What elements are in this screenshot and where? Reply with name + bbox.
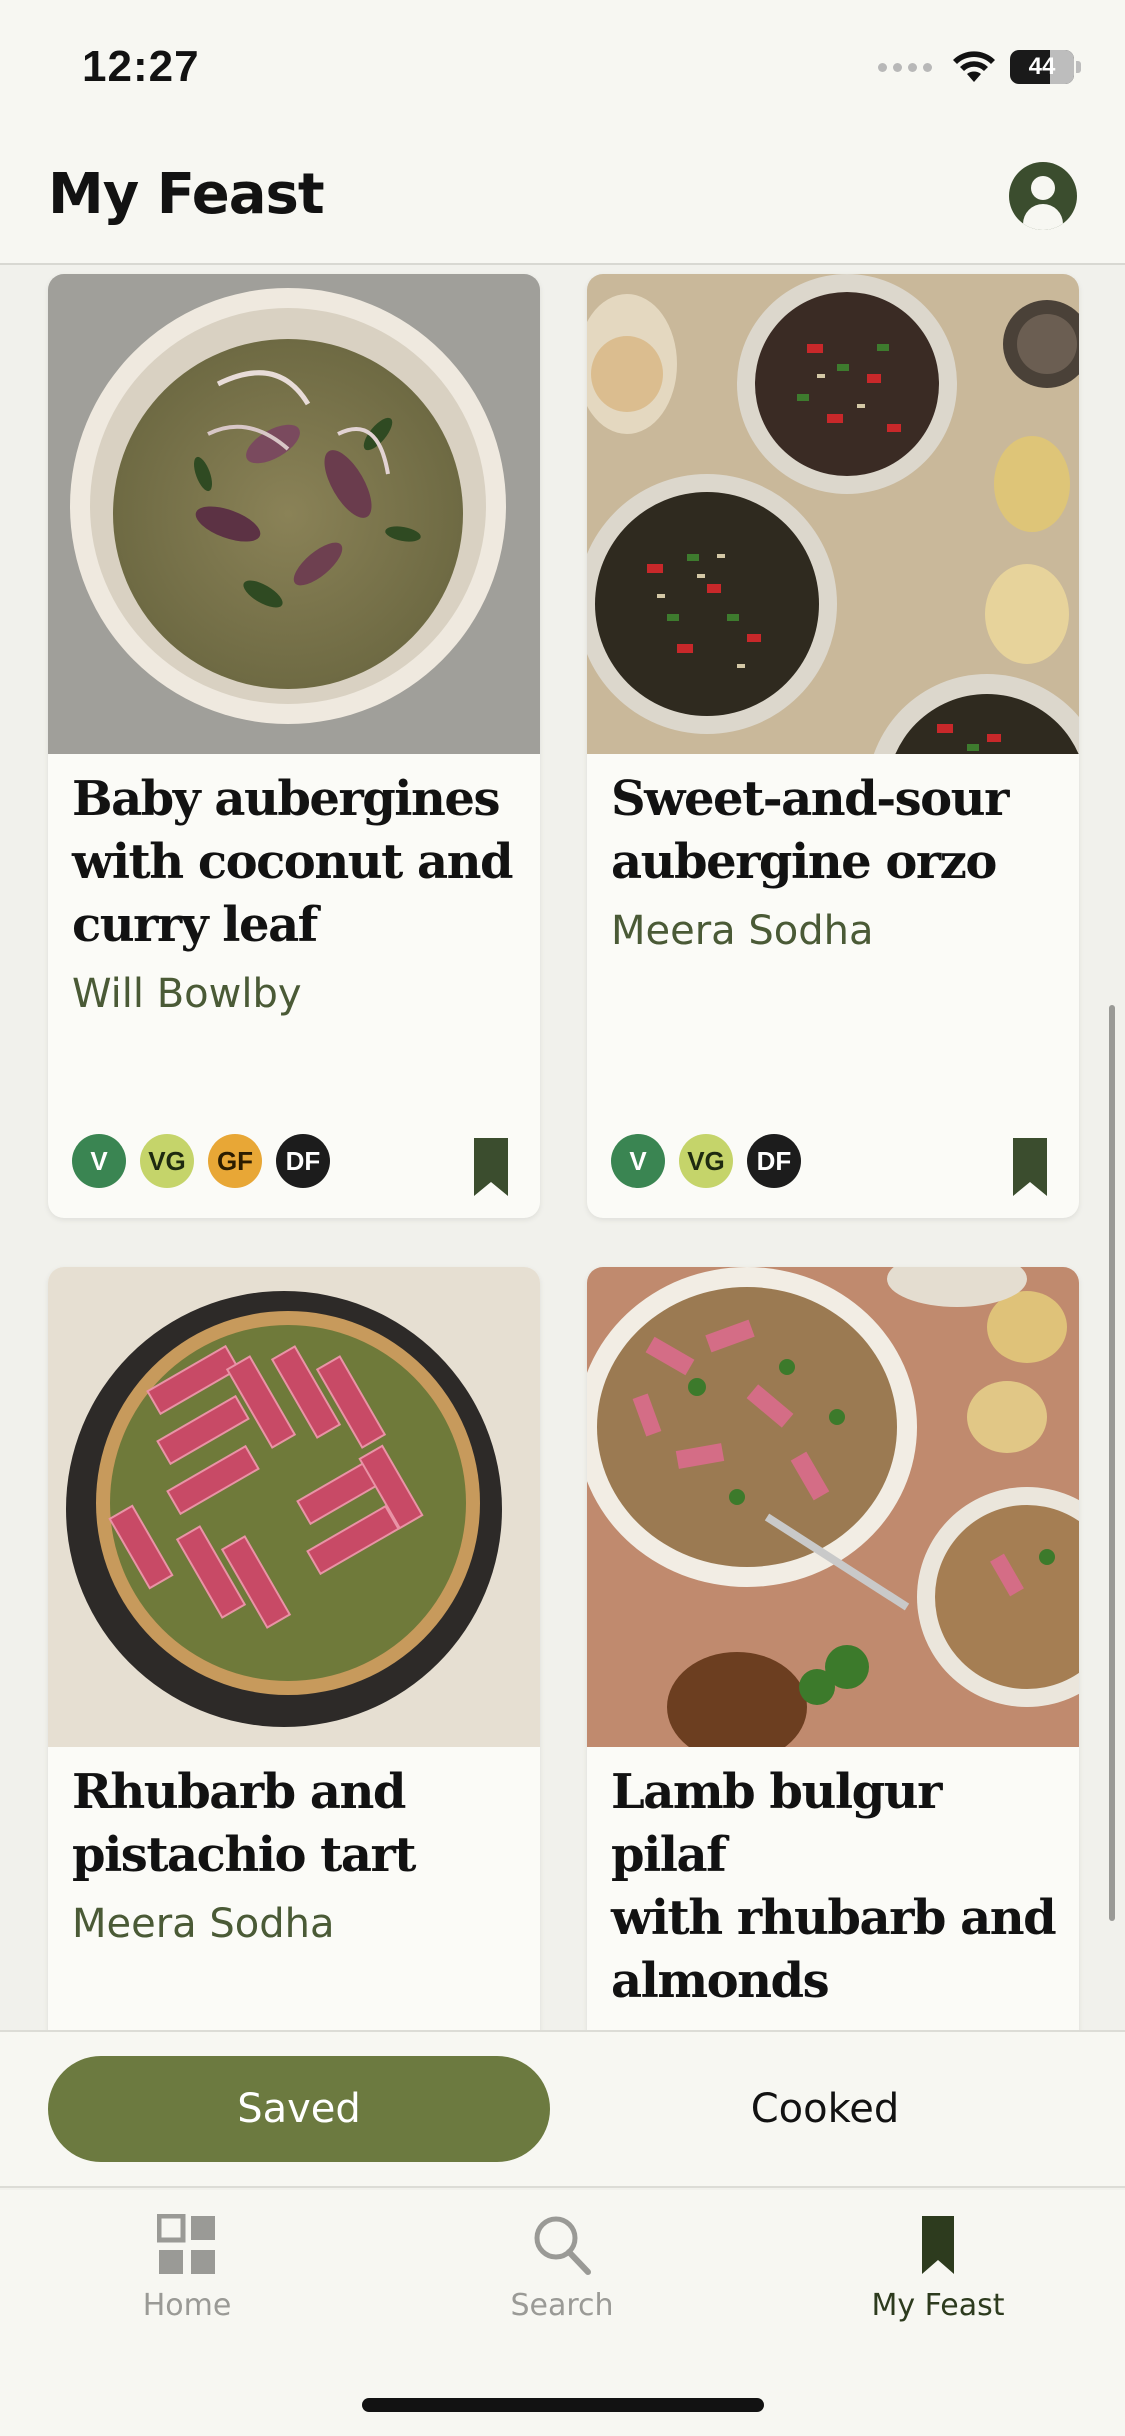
recipe-card[interactable]: Sweet-and-sour aubergine orzo Meera Sodh… — [587, 274, 1079, 1218]
diet-tags: V VG GF DF — [72, 1134, 330, 1188]
recipe-image — [587, 274, 1079, 914]
saved-cooked-toggle: Saved Cooked — [0, 2030, 1125, 2188]
tab-label: Search — [510, 2288, 614, 2323]
status-bar: 12:27 44 — [0, 0, 1125, 140]
battery-icon: 44 — [1010, 50, 1074, 84]
tab-home[interactable]: Home — [57, 2214, 317, 2323]
recipe-card[interactable]: Lamb bulgur pilaf with rhubarb and almon… — [587, 1267, 1079, 2030]
recipe-author: Ravinder Bhogal — [587, 2013, 1079, 2030]
tag-dairy-free: DF — [747, 1134, 801, 1188]
tab-my-feast[interactable]: My Feast — [808, 2214, 1068, 2323]
tab-label: My Feast — [871, 2288, 1005, 2323]
tag-vegetarian: V — [72, 1134, 126, 1188]
recipe-author: Will Bowlby — [72, 971, 302, 1017]
recipe-card[interactable]: Rhubarb and pistachio tart Meera Sodha — [48, 1267, 540, 2030]
profile-button[interactable] — [1009, 162, 1077, 230]
app-header: My Feast — [0, 140, 1125, 265]
saved-recipes-grid[interactable]: Baby aubergines with coconut and curry l… — [0, 267, 1125, 2030]
recipe-title: Lamb bulgur pilaf with rhubarb and almon… — [611, 1764, 1057, 2009]
recipe-card[interactable]: Baby aubergines with coconut and curry l… — [48, 274, 540, 1218]
recipe-image — [48, 274, 540, 754]
diet-tags: V VG DF — [611, 1134, 801, 1188]
home-grid-icon — [157, 2214, 215, 2274]
recipe-image — [48, 1267, 540, 1747]
recipe-title: Sweet-and-sour aubergine orzo — [611, 771, 1009, 890]
recipe-author: Meera Sodha — [72, 1901, 335, 1947]
recipe-title: Baby aubergines with coconut and curry l… — [72, 771, 514, 953]
tab-search[interactable]: Search — [432, 2214, 692, 2323]
bookmark-icon[interactable] — [1013, 1138, 1047, 1196]
scrollbar[interactable] — [1109, 1005, 1115, 1921]
recipe-title: Rhubarb and pistachio tart — [72, 1764, 416, 1883]
battery-level: 44 — [1028, 53, 1056, 80]
tag-vegan: VG — [140, 1134, 194, 1188]
avatar-icon — [1031, 176, 1055, 200]
status-time: 12:27 — [82, 42, 200, 91]
search-icon — [534, 2216, 591, 2275]
bookmark-icon[interactable] — [474, 1138, 508, 1196]
tag-dairy-free: DF — [276, 1134, 330, 1188]
page-title: My Feast — [48, 162, 325, 227]
signal-icon — [878, 62, 932, 72]
home-indicator — [362, 2398, 764, 2412]
recipe-image — [587, 1267, 1079, 1762]
tag-vegan: VG — [679, 1134, 733, 1188]
saved-tab-button[interactable]: Saved — [48, 2056, 550, 2162]
tab-label: Home — [142, 2288, 232, 2323]
recipe-author: Meera Sodha — [611, 908, 874, 954]
wifi-icon — [953, 51, 995, 82]
cooked-tab-button[interactable]: Cooked — [590, 2056, 1060, 2162]
bookmark-icon — [922, 2216, 954, 2274]
tag-vegetarian: V — [611, 1134, 665, 1188]
status-icons: 44 — [878, 50, 1081, 84]
tag-gluten-free: GF — [208, 1134, 262, 1188]
